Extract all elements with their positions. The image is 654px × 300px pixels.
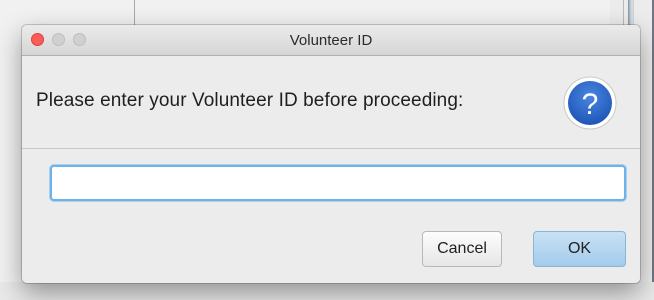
volunteer-id-dialog: Volunteer ID Please enter your Volunteer… xyxy=(22,25,640,283)
svg-text:?: ? xyxy=(582,88,599,121)
zoom-window-button[interactable] xyxy=(73,33,86,46)
title-bar[interactable]: Volunteer ID xyxy=(22,25,640,56)
input-area: Cancel OK xyxy=(22,149,640,283)
cancel-button[interactable]: Cancel xyxy=(422,231,502,267)
message-area: Please enter your Volunteer ID before pr… xyxy=(22,56,640,149)
close-window-button[interactable] xyxy=(31,33,44,46)
dialog-title: Volunteer ID xyxy=(289,31,373,49)
ok-button[interactable]: OK xyxy=(533,231,626,267)
background-footer xyxy=(0,282,654,300)
minimize-window-button[interactable] xyxy=(52,33,65,46)
window-controls xyxy=(31,33,86,46)
prompt-message: Please enter your Volunteer ID before pr… xyxy=(36,90,464,111)
question-mark-icon: ? xyxy=(563,76,617,130)
volunteer-id-input[interactable] xyxy=(50,165,626,201)
